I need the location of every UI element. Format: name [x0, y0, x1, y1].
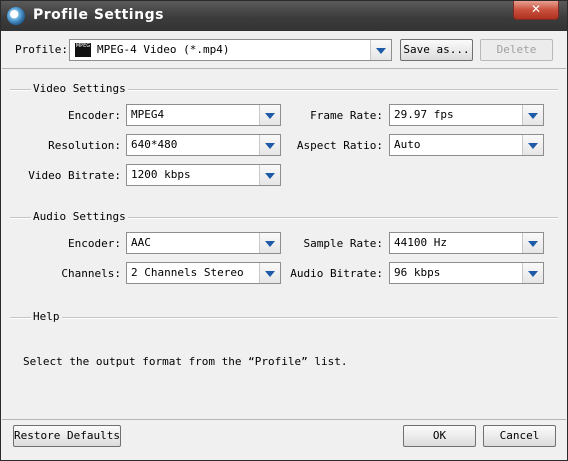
chevron-down-icon[interactable] [259, 105, 280, 125]
profile-value: MPEG-4 Video (*.mp4) [97, 43, 230, 56]
app-logo-icon [7, 7, 25, 25]
aspect-ratio-value: Auto [394, 138, 421, 151]
audio-bitrate-value: 96 kbps [394, 266, 441, 279]
close-button[interactable]: ✕ [513, 1, 559, 20]
mpeg-file-icon: MPEG [75, 43, 91, 57]
frame-rate-select[interactable]: 29.97 fps [389, 104, 544, 126]
channels-select[interactable]: 2 Channels Stereo [126, 262, 281, 284]
aspect-ratio-select[interactable]: Auto [389, 134, 544, 156]
resolution-select[interactable]: 640*480 [126, 134, 281, 156]
audio-encoder-select[interactable]: AAC [126, 232, 281, 254]
chevron-down-icon[interactable] [259, 263, 280, 283]
sample-rate-label: Sample Rate: [303, 237, 383, 250]
profile-select[interactable]: MPEG MPEG-4 Video (*.mp4) [69, 39, 392, 61]
title-bar[interactable]: Profile Settings ✕ [1, 1, 567, 31]
help-heading: Help [31, 310, 62, 323]
sample-rate-value: 44100 Hz [394, 236, 447, 249]
save-as-button[interactable]: Save as... [400, 39, 473, 61]
restore-defaults-button[interactable]: Restore Defaults [13, 425, 121, 447]
profile-label: Profile: [15, 43, 68, 56]
audio-encoder-label: Encoder: [68, 237, 121, 250]
channels-value: 2 Channels Stereo [131, 266, 244, 279]
chevron-down-icon[interactable] [370, 40, 391, 60]
ok-button[interactable]: OK [403, 425, 476, 447]
sample-rate-select[interactable]: 44100 Hz [389, 232, 544, 254]
audio-settings-heading: Audio Settings [31, 210, 128, 223]
video-encoder-select[interactable]: MPEG4 [126, 104, 281, 126]
video-bitrate-label: Video Bitrate: [28, 169, 121, 182]
chevron-down-icon[interactable] [522, 135, 543, 155]
audio-bitrate-select[interactable]: 96 kbps [389, 262, 544, 284]
chevron-down-icon[interactable] [522, 105, 543, 125]
video-settings-heading: Video Settings [31, 82, 128, 95]
resolution-value: 640*480 [131, 138, 178, 151]
aspect-ratio-label: Aspect Ratio: [296, 139, 383, 152]
cancel-button[interactable]: Cancel [483, 425, 556, 447]
chevron-down-icon[interactable] [259, 233, 280, 253]
window-title: Profile Settings [33, 7, 164, 23]
profile-bar: Profile: MPEG MPEG-4 Video (*.mp4) Save … [2, 32, 566, 69]
video-bitrate-select[interactable]: 1200 kbps [126, 164, 281, 186]
video-encoder-value: MPEG4 [131, 108, 165, 121]
channels-label: Channels: [61, 267, 121, 280]
delete-button[interactable]: Delete [480, 39, 553, 61]
footer-divider [2, 419, 566, 420]
audio-bitrate-label: Audio Bitrate: [290, 267, 383, 280]
help-text: Select the output format from the “Profi… [23, 355, 348, 368]
video-encoder-label: Encoder: [68, 109, 121, 122]
chevron-down-icon[interactable] [522, 233, 543, 253]
chevron-down-icon[interactable] [259, 165, 280, 185]
audio-encoder-value: AAC [131, 236, 151, 249]
chevron-down-icon[interactable] [259, 135, 280, 155]
profile-settings-window: Profile Settings ✕ Profile: MPEG MPEG-4 … [0, 0, 568, 461]
resolution-label: Resolution: [48, 139, 121, 152]
frame-rate-value: 29.97 fps [394, 108, 454, 121]
frame-rate-label: Frame Rate: [310, 109, 383, 122]
help-section-divider [10, 317, 558, 319]
chevron-down-icon[interactable] [522, 263, 543, 283]
video-bitrate-value: 1200 kbps [131, 168, 191, 181]
